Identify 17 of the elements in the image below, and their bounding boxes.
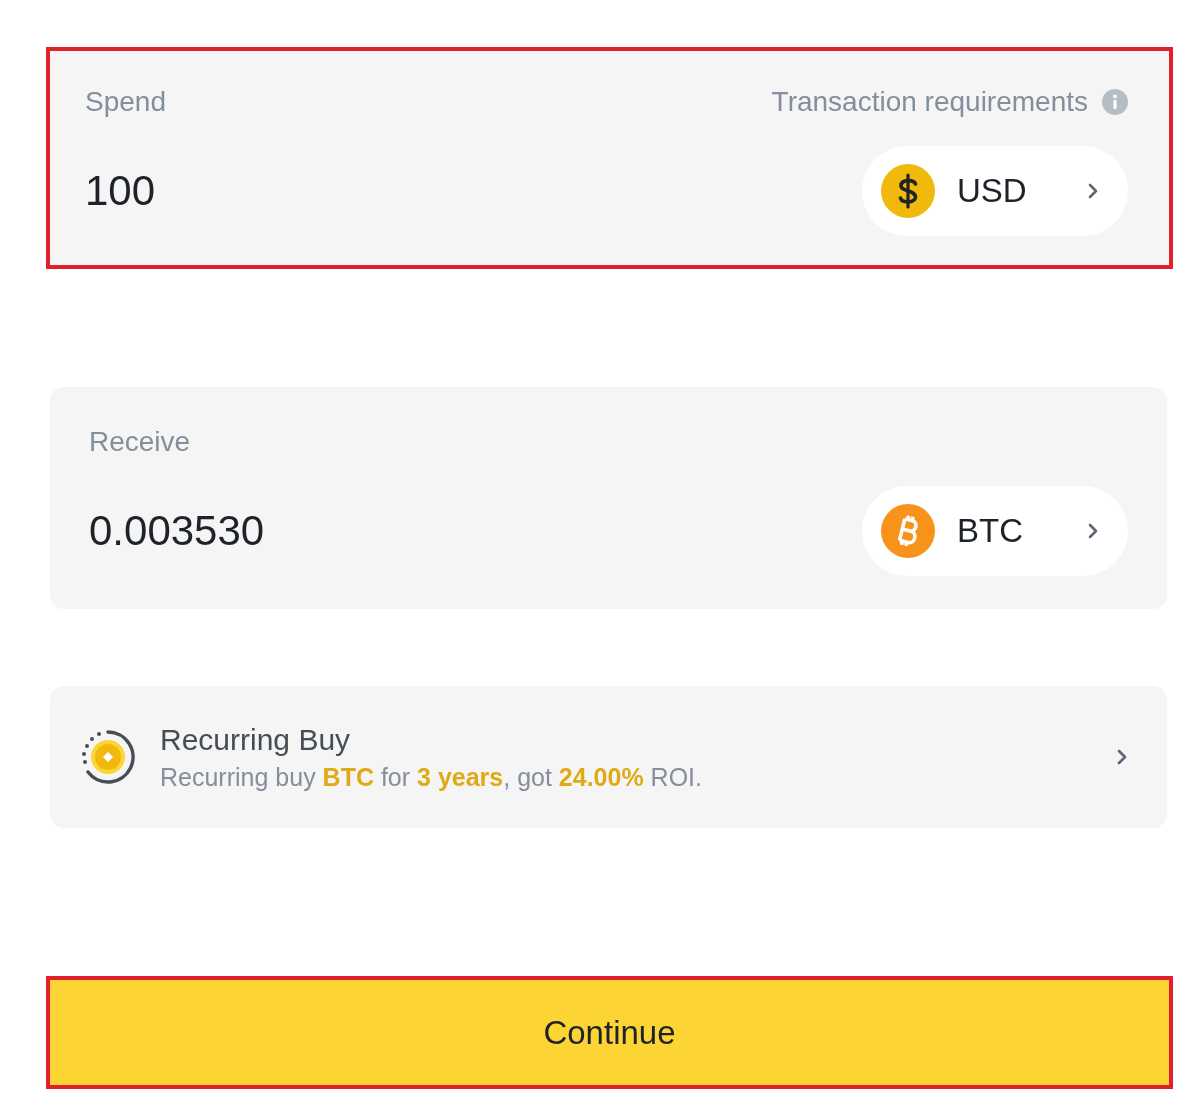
recurring-buy-title: Recurring Buy: [160, 722, 351, 757]
amount-input[interactable]: 100: [85, 163, 862, 219]
recurring-buy-description: Recurring buy BTC for 3 years, got 24.00% ROI.: [160, 762, 702, 792]
field-label: Spend: [85, 86, 167, 118]
currency-selector[interactable]: USD: [862, 146, 1128, 236]
continue-button[interactable]: Continue: [46, 976, 1173, 1089]
amount-input[interactable]: 0.003530: [89, 503, 862, 559]
chevron-right-icon: [1088, 523, 1098, 539]
chevron-right-icon: [1117, 749, 1127, 765]
recurring-buy-card[interactable]: Recurring Buy Recurring buy BTC for 3 years, got 24.00% ROI.: [50, 686, 1167, 828]
bitcoin-coin-icon: [881, 504, 935, 558]
chevron-right-icon: [1088, 183, 1098, 199]
dollar-coin-icon: [881, 164, 935, 218]
recurring-coin-icon: [80, 729, 136, 785]
field-label: Receive: [89, 426, 192, 458]
currency-selector[interactable]: BTC: [862, 486, 1128, 576]
info-icon[interactable]: [1102, 89, 1128, 115]
